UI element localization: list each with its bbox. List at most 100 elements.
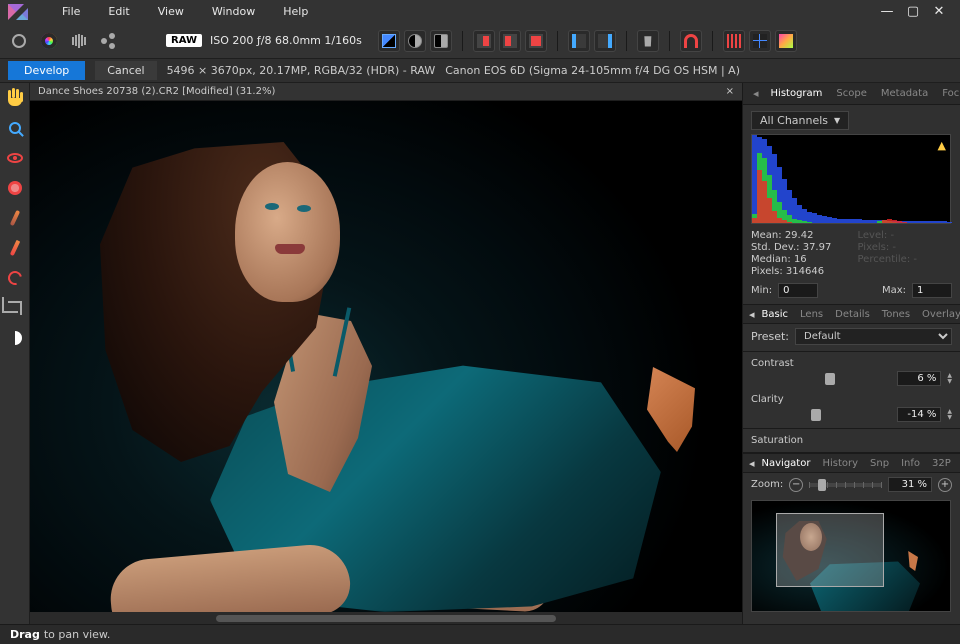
photo-content xyxy=(60,172,700,612)
channel-value: All Channels xyxy=(760,114,828,127)
contrast-slider[interactable] xyxy=(751,377,891,381)
menu-file[interactable]: File xyxy=(48,1,94,22)
tab-tones[interactable]: Tones xyxy=(877,307,915,322)
image-dimensions: 5496 × 3670px, 20.17MP, RGBA/32 (HDR) - … xyxy=(167,64,436,77)
document-tab[interactable]: Dance Shoes 20738 (2).CR2 [Modified] (31… xyxy=(30,83,742,101)
step-down-icon[interactable]: ▼ xyxy=(947,379,952,385)
channel-dropdown[interactable]: All Channels ▼ xyxy=(751,111,849,130)
menu-help[interactable]: Help xyxy=(269,1,322,22)
tab-scope[interactable]: Scope xyxy=(830,85,872,102)
chevron-down-icon: ▼ xyxy=(834,116,840,125)
zoom-tool-icon[interactable] xyxy=(5,118,25,138)
zoom-slider[interactable] xyxy=(809,483,882,487)
navigator-viewport-box[interactable] xyxy=(776,513,884,587)
left-toolbox xyxy=(0,83,30,624)
gradient-icon[interactable] xyxy=(775,30,797,52)
clarity-label: Clarity xyxy=(751,394,952,405)
crop-tool-icon[interactable] xyxy=(5,298,25,318)
navigator-thumbnail[interactable] xyxy=(751,500,951,612)
cancel-button[interactable]: Cancel xyxy=(95,61,156,80)
clip-both-icon[interactable] xyxy=(525,30,547,52)
blemish-tool-icon[interactable] xyxy=(5,178,25,198)
tab-overlays[interactable]: Overlays xyxy=(917,307,960,322)
right-panels: ◂ Histogram Scope Metadata Focus All Cha… xyxy=(742,83,960,624)
tab-focus[interactable]: Focus xyxy=(936,85,960,102)
hand-tool-icon[interactable] xyxy=(5,88,25,108)
zoom-out-button[interactable]: − xyxy=(789,478,803,492)
step-down-icon[interactable]: ▼ xyxy=(947,415,952,421)
canvas-viewport[interactable] xyxy=(30,101,742,612)
tab-basic[interactable]: Basic xyxy=(757,307,793,322)
split-circle-icon[interactable] xyxy=(404,30,426,52)
tab-details[interactable]: Details xyxy=(830,307,875,322)
contrast-value[interactable] xyxy=(897,371,941,386)
histogram-panel-tabs: ◂ Histogram Scope Metadata Focus xyxy=(743,83,960,105)
single-view-icon[interactable] xyxy=(378,30,400,52)
tab-32p[interactable]: 32P xyxy=(927,456,956,471)
max-input[interactable] xyxy=(912,283,952,298)
panel-right-icon[interactable] xyxy=(594,30,616,52)
tab-info[interactable]: Info xyxy=(896,456,925,471)
status-text: to pan view. xyxy=(44,628,111,641)
tab-history[interactable]: History xyxy=(817,456,863,471)
mirror-icon[interactable] xyxy=(68,30,90,52)
develop-panel-tabs: ◂ Basic Lens Details Tones Overlays xyxy=(743,304,960,324)
min-input[interactable] xyxy=(778,283,818,298)
clipping-warning-icon: ▲ xyxy=(938,139,946,152)
tab-metadata[interactable]: Metadata xyxy=(875,85,934,102)
tab-snp[interactable]: Snp xyxy=(865,456,894,471)
window-close-icon[interactable]: ✕ xyxy=(926,0,952,23)
menu-window[interactable]: Window xyxy=(198,1,269,22)
overlay-brush-icon[interactable] xyxy=(5,238,25,258)
panel-collapse-icon[interactable]: ◂ xyxy=(749,87,763,100)
window-maximize-icon[interactable]: ▢ xyxy=(900,0,926,23)
selection-tool-icon[interactable] xyxy=(5,268,25,288)
menu-view[interactable]: View xyxy=(144,1,198,22)
panel-collapse-icon[interactable]: ◂ xyxy=(749,457,755,470)
zoom-in-button[interactable]: + xyxy=(938,478,952,492)
color-swirl-icon[interactable] xyxy=(38,30,60,52)
min-label: Min: xyxy=(751,285,772,296)
redeye-tool-icon[interactable] xyxy=(5,148,25,168)
develop-button[interactable]: Develop xyxy=(8,61,85,80)
info-bar: Develop Cancel 5496 × 3670px, 20.17MP, R… xyxy=(0,59,960,83)
bars-icon[interactable] xyxy=(723,30,745,52)
document-tab-label: Dance Shoes 20738 (2).CR2 [Modified] (31… xyxy=(38,86,275,97)
clarity-value[interactable] xyxy=(897,407,941,422)
magnet-icon[interactable] xyxy=(680,30,702,52)
tab-lens[interactable]: Lens xyxy=(795,307,828,322)
whitebalance-tool-icon[interactable] xyxy=(5,328,25,348)
status-action: Drag xyxy=(10,628,40,641)
panel-collapse-icon[interactable]: ◂ xyxy=(749,308,755,321)
app-logo-icon xyxy=(8,4,30,20)
window-minimize-icon[interactable]: — xyxy=(874,0,900,23)
grid-icon[interactable] xyxy=(749,30,771,52)
clarity-slider[interactable] xyxy=(751,413,891,417)
panel-left-icon[interactable] xyxy=(568,30,590,52)
canvas-area: Dance Shoes 20738 (2).CR2 [Modified] (31… xyxy=(30,83,742,624)
tab-close-icon[interactable]: × xyxy=(726,86,734,97)
preset-label: Preset: xyxy=(751,330,789,343)
tab-histogram[interactable]: Histogram xyxy=(765,85,829,102)
persona-btn[interactable] xyxy=(8,30,30,52)
status-bar: Drag to pan view. xyxy=(0,624,960,644)
trash-icon[interactable] xyxy=(637,30,659,52)
menu-edit[interactable]: Edit xyxy=(94,1,143,22)
tab-navigator[interactable]: Navigator xyxy=(757,456,816,471)
navigator-panel-tabs: ◂ Navigator History Snp Info 32P xyxy=(743,453,960,473)
zoom-label: Zoom: xyxy=(751,479,783,490)
camera-meta: Canon EOS 6D (Sigma 24-105mm f/4 DG OS H… xyxy=(445,64,740,77)
shoot-info: ISO 200 ƒ/8 68.0mm 1/160s xyxy=(210,34,362,47)
horizontal-scrollbar[interactable] xyxy=(30,612,742,624)
raw-badge: RAW xyxy=(166,34,202,47)
preset-select[interactable]: Default xyxy=(795,328,952,345)
zoom-value[interactable] xyxy=(888,477,932,492)
clip-highlight-icon[interactable] xyxy=(499,30,521,52)
brush-tool-icon[interactable] xyxy=(5,208,25,228)
clip-shadow-icon[interactable] xyxy=(473,30,495,52)
share-icon[interactable] xyxy=(98,30,120,52)
saturation-label: Saturation xyxy=(751,435,952,446)
split-square-icon[interactable] xyxy=(430,30,452,52)
histogram-chart[interactable]: ▲ xyxy=(751,134,951,224)
menu-bar: File Edit View Window Help — ▢ ✕ xyxy=(0,0,960,23)
